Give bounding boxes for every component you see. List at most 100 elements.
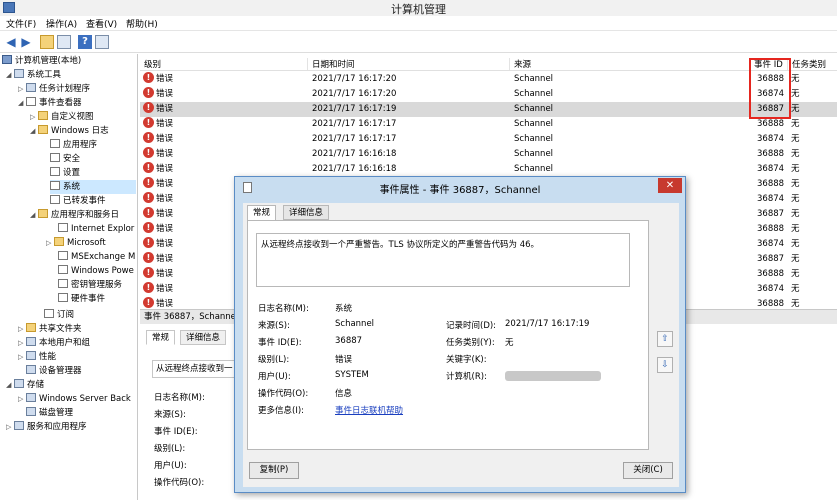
expanded-chevron-icon[interactable]: ◢ — [18, 96, 26, 110]
tree-item-security-log[interactable]: 安全 — [50, 152, 80, 166]
event-row[interactable]: ! 错误 2021/7/17 16:17:17 Schannel 36888 无 — [140, 117, 837, 132]
up-folder-icon[interactable] — [40, 35, 54, 49]
label-source: 来源(S): — [258, 321, 290, 331]
tree-item-disk-management[interactable]: 磁盘管理 — [26, 406, 73, 420]
tree-item-custom-views[interactable]: ▷ 自定义视图 — [30, 110, 94, 124]
tree-item-msexchange[interactable]: MSExchange M — [58, 250, 135, 264]
collapsed-chevron-icon[interactable]: ▷ — [18, 322, 26, 336]
tree-item-event-viewer[interactable]: ◢ 事件查看器 — [18, 96, 82, 110]
tree-item-services-apps[interactable]: ▷ 服务和应用程序 — [6, 420, 87, 434]
tree-item-device-manager[interactable]: 设备管理器 — [26, 364, 82, 378]
menu-action[interactable]: 操作(A) — [46, 17, 77, 30]
column-level[interactable]: 级别 — [140, 58, 308, 70]
menu-view[interactable]: 查看(V) — [86, 17, 117, 30]
close-button[interactable]: 关闭(C) — [623, 462, 673, 479]
show-tree-icon[interactable] — [57, 35, 71, 49]
dialog-titlebar: 事件属性 - 事件 36887，Schannel ✕ — [235, 177, 685, 197]
tree-item-system-log[interactable]: 系统 — [50, 180, 136, 194]
error-icon: ! — [143, 162, 154, 173]
forward-arrow-icon[interactable]: ▶ — [19, 35, 33, 49]
dialog-close-button[interactable]: ✕ — [658, 178, 682, 193]
tree-item-internet-explorer[interactable]: Internet Explor — [58, 222, 134, 236]
event-id: 36888 — [757, 269, 785, 279]
preview-tab-general[interactable]: 常规 — [146, 330, 176, 345]
column-source[interactable]: 来源 — [510, 58, 750, 70]
error-icon: ! — [143, 222, 154, 233]
tree-item-app-service-logs[interactable]: ◢ 应用程序和服务日 — [30, 208, 119, 222]
tree-item-shared-folders[interactable]: ▷ 共享文件夹 — [18, 322, 82, 336]
log-icon — [50, 139, 60, 148]
log-icon — [58, 265, 68, 274]
tree-item-windows-server-backup[interactable]: ▷ Windows Server Back — [18, 392, 131, 406]
tree-item-task-scheduler[interactable]: ▷ 任务计划程序 — [18, 82, 90, 96]
properties-icon[interactable] — [95, 35, 109, 49]
expanded-chevron-icon[interactable]: ◢ — [6, 68, 14, 82]
collapsed-chevron-icon[interactable]: ▷ — [46, 236, 54, 250]
preview-tab-details[interactable]: 详细信息 — [180, 330, 227, 345]
event-id: 36874 — [757, 194, 785, 204]
error-icon: ! — [143, 192, 154, 203]
copy-button[interactable]: 复制(P) — [249, 462, 299, 479]
folder-icon — [38, 209, 48, 218]
event-row[interactable]: ! 错误 2021/7/17 16:17:17 Schannel 36874 无 — [140, 132, 837, 147]
toolbar: ◀ ▶ ? — [0, 31, 837, 53]
tree-item-hardware-events[interactable]: 硬件事件 — [58, 292, 105, 306]
event-row[interactable]: ! 错误 2021/7/17 16:17:20 Schannel 36874 无 — [140, 87, 837, 102]
event-log-online-help-link[interactable]: 事件日志联机帮助 — [335, 404, 403, 416]
error-icon: ! — [143, 282, 154, 293]
event-id: 36874 — [757, 239, 785, 249]
event-source: Schannel — [514, 104, 554, 114]
expanded-chevron-icon[interactable]: ◢ — [30, 208, 38, 222]
dialog-body: 常规 详细信息 从远程终点接收到一个严重警告。TLS 协议所定义的严重警告代码为… — [243, 203, 679, 487]
log-icon — [50, 181, 60, 190]
event-level: 错误 — [156, 194, 174, 204]
tree-item-microsoft[interactable]: ▷ Microsoft — [46, 236, 106, 250]
event-level: 错误 — [156, 224, 174, 234]
collapsed-chevron-icon[interactable]: ▷ — [6, 420, 14, 434]
tree-item-forwarded-events[interactable]: 已转发事件 — [50, 194, 106, 208]
column-datetime[interactable]: 日期和时间 — [308, 58, 510, 70]
tree-item-local-users-groups[interactable]: ▷ 本地用户和组 — [18, 336, 90, 350]
dialog-event-message[interactable]: 从远程终点接收到一个严重警告。TLS 协议所定义的严重警告代码为 46。 — [256, 233, 630, 287]
tree-item-subscriptions[interactable]: 订阅 — [44, 308, 74, 322]
window-titlebar: 计算机管理 — [0, 0, 837, 16]
event-level: 错误 — [156, 164, 174, 174]
storage-icon — [14, 379, 24, 388]
preview-label-opcode: 操作代码(O): — [154, 478, 205, 488]
column-task-category[interactable]: 任务类别 — [788, 58, 837, 70]
event-row[interactable]: ! 错误 2021/7/17 16:16:18 Schannel 36874 无 — [140, 162, 837, 177]
tree-item-key-management[interactable]: 密钥管理服务 — [58, 278, 122, 292]
collapsed-chevron-icon[interactable]: ▷ — [18, 350, 26, 364]
dialog-tab-general[interactable]: 常规 — [247, 205, 277, 221]
preview-label-event-id: 事件 ID(E): — [154, 427, 198, 437]
back-arrow-icon[interactable]: ◀ — [4, 35, 18, 49]
tree-item-windows-powershell[interactable]: Windows Powe — [58, 264, 134, 278]
event-row[interactable]: ! 错误 2021/7/17 16:17:20 Schannel 36888 无 — [140, 72, 837, 87]
tree-item-performance[interactable]: ▷ 性能 — [18, 350, 56, 364]
event-level: 错误 — [156, 104, 174, 114]
collapsed-chevron-icon[interactable]: ▷ — [30, 110, 38, 124]
tree-item-setup-log[interactable]: 设置 — [50, 166, 80, 180]
expanded-chevron-icon[interactable]: ◢ — [30, 124, 38, 138]
tree-item-computer-management[interactable]: 计算机管理(本地) — [2, 54, 81, 68]
event-row[interactable]: ! 错误 2021/7/17 16:17:19 Schannel 36887 无 — [140, 102, 837, 117]
previous-event-button[interactable]: ⇧ — [657, 331, 673, 347]
next-event-button[interactable]: ⇩ — [657, 357, 673, 373]
tree-item-application-log[interactable]: 应用程序 — [50, 138, 97, 152]
expanded-chevron-icon[interactable]: ◢ — [6, 378, 14, 392]
dialog-tab-details[interactable]: 详细信息 — [283, 205, 330, 220]
event-row[interactable]: ! 错误 2021/7/17 16:16:18 Schannel 36888 无 — [140, 147, 837, 162]
shared-folder-icon — [26, 323, 36, 332]
tree-item-storage[interactable]: ◢ 存储 — [6, 378, 44, 392]
label-user: 用户(U): — [258, 372, 291, 382]
collapsed-chevron-icon[interactable]: ▷ — [18, 392, 26, 406]
menu-file[interactable]: 文件(F) — [6, 17, 36, 30]
tree-item-system-tools[interactable]: ◢ 系统工具 — [6, 68, 61, 82]
event-category: 无 — [791, 134, 800, 144]
event-category: 无 — [791, 74, 800, 84]
collapsed-chevron-icon[interactable]: ▷ — [18, 82, 26, 96]
collapsed-chevron-icon[interactable]: ▷ — [18, 336, 26, 350]
help-icon[interactable]: ? — [78, 35, 92, 49]
menu-help[interactable]: 帮助(H) — [126, 17, 158, 30]
tree-item-windows-logs[interactable]: ◢ Windows 日志 — [30, 124, 109, 138]
